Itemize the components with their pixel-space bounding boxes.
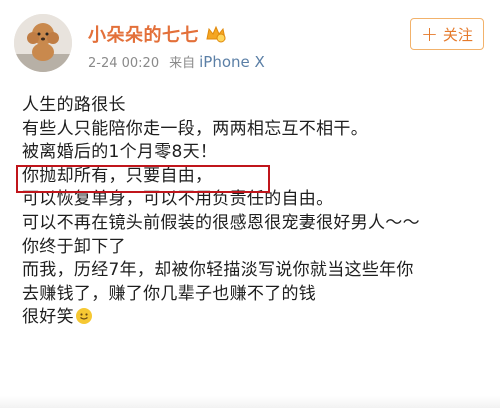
post-line-text: 很好笑 [22, 307, 74, 328]
post-line: 可以不再在镜头前假装的很感恩很宠妻很好男人～～ [22, 212, 420, 233]
post-line: 而我，历经7年，却被你轻描淡写说你就当这些年你 [22, 260, 414, 281]
bottom-divider [0, 396, 500, 408]
vip-icon [205, 25, 227, 43]
follow-button[interactable]: + 关注 [410, 18, 484, 50]
post-timestamp: 2-24 00:20 [88, 56, 160, 71]
post-line: 人生的路很长 [22, 95, 126, 115]
post-line: 你终于卸下了 [22, 236, 126, 257]
post-text: 人生的路很长 有些人只能陪你走一段，两两相忘互不相干。 被离婚后的1个月零8天！… [16, 94, 492, 330]
post-line: 去赚钱了，赚了你几辈子也赚不了的钱 [22, 283, 317, 304]
username-link[interactable]: 小朵朵的七七 [88, 21, 199, 47]
smile-emoji-icon [75, 308, 92, 325]
red-highlight-box [16, 164, 270, 193]
post-line: 有些人只能陪你走一段，两两相忘互不相干。 [22, 118, 368, 139]
follow-button-label: 关注 [442, 25, 473, 44]
post-line-last: 很好笑 [22, 306, 492, 330]
post-line: 被离婚后的1个月零8天！ [22, 142, 218, 163]
user-avatar[interactable] [14, 14, 72, 72]
source-label: 来自 [169, 56, 196, 71]
poodle-dog-avatar [14, 14, 72, 72]
plus-icon: + [421, 22, 438, 46]
device-source-link[interactable]: iPhone X [199, 53, 265, 71]
post-line-highlighted: 你抛却所有，只要自由， [16, 164, 492, 193]
